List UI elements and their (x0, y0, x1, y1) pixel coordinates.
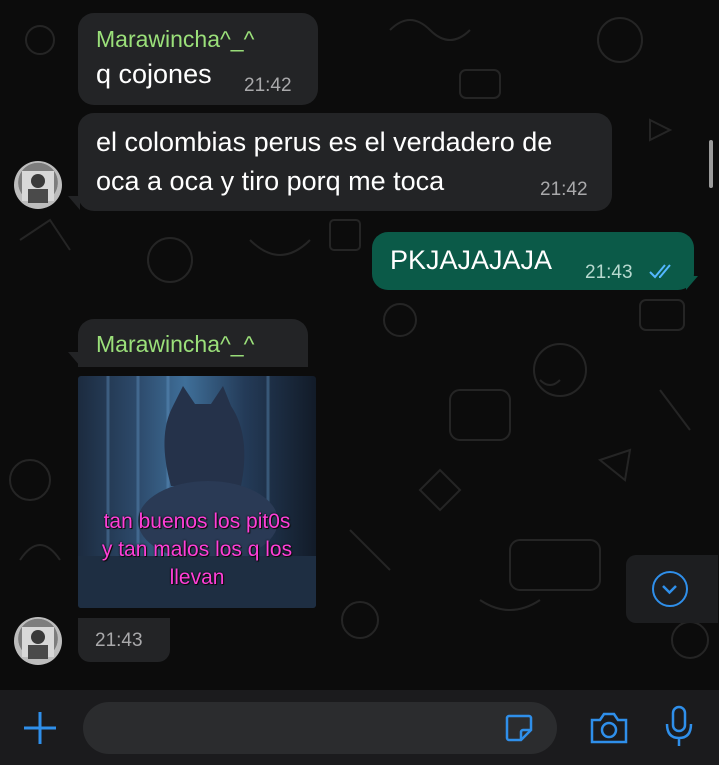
message-time: 21:43 (95, 630, 143, 651)
meme-caption-line: tan buenos los pit0s (103, 510, 291, 533)
message-bubble-incoming[interactable]: el colombias perus es el verdadero de oc… (78, 113, 612, 211)
bubble-tail (68, 352, 80, 366)
avatar-photo-icon (22, 627, 54, 659)
message-bubble-incoming[interactable]: Marawincha^_^ (78, 319, 308, 367)
meme-caption-line: llevan (169, 566, 225, 589)
chat-scrollbar[interactable] (709, 140, 713, 188)
message-text: q cojones (96, 59, 212, 89)
message-time: 21:42 (244, 75, 292, 96)
image-time-bubble: 21:43 (78, 618, 170, 662)
sticker-icon[interactable] (503, 712, 535, 744)
bubble-tail (686, 276, 698, 290)
message-text-line: el colombias perus es el verdadero de (96, 127, 553, 157)
microphone-icon[interactable] (664, 704, 694, 748)
composer-bar (0, 690, 719, 765)
message-time: 21:42 (540, 179, 588, 200)
image-attachment[interactable]: tan buenos los pit0s y tan malos los q l… (78, 376, 316, 608)
message-input[interactable] (83, 702, 557, 754)
message-time: 21:43 (585, 262, 633, 283)
message-text-line: oca a oca y tiro porq me toca (96, 166, 445, 196)
message-text: PKJAJAJAJA (390, 245, 553, 275)
avatar[interactable] (14, 617, 62, 665)
double-check-icon (649, 264, 671, 279)
meme-caption: tan buenos los pit0s y tan malos los q l… (78, 508, 316, 592)
message-bubble-outgoing[interactable]: PKJAJAJAJA 21:43 (372, 232, 694, 290)
sender-name[interactable]: Marawincha^_^ (96, 331, 254, 358)
scroll-to-bottom-button[interactable] (626, 555, 718, 623)
plus-icon[interactable] (20, 708, 60, 748)
meme-caption-line: y tan malos los q los (101, 538, 293, 561)
message-bubble-incoming[interactable]: Marawincha^_^ q cojones 21:42 (78, 13, 318, 105)
chat-screen: Marawincha^_^ q cojones 21:42 el colombi… (0, 0, 719, 765)
camera-icon[interactable] (588, 710, 630, 746)
avatar-photo-icon (22, 171, 54, 203)
avatar[interactable] (14, 161, 62, 209)
sender-name[interactable]: Marawincha^_^ (96, 26, 254, 53)
chevron-down-icon (652, 571, 688, 607)
